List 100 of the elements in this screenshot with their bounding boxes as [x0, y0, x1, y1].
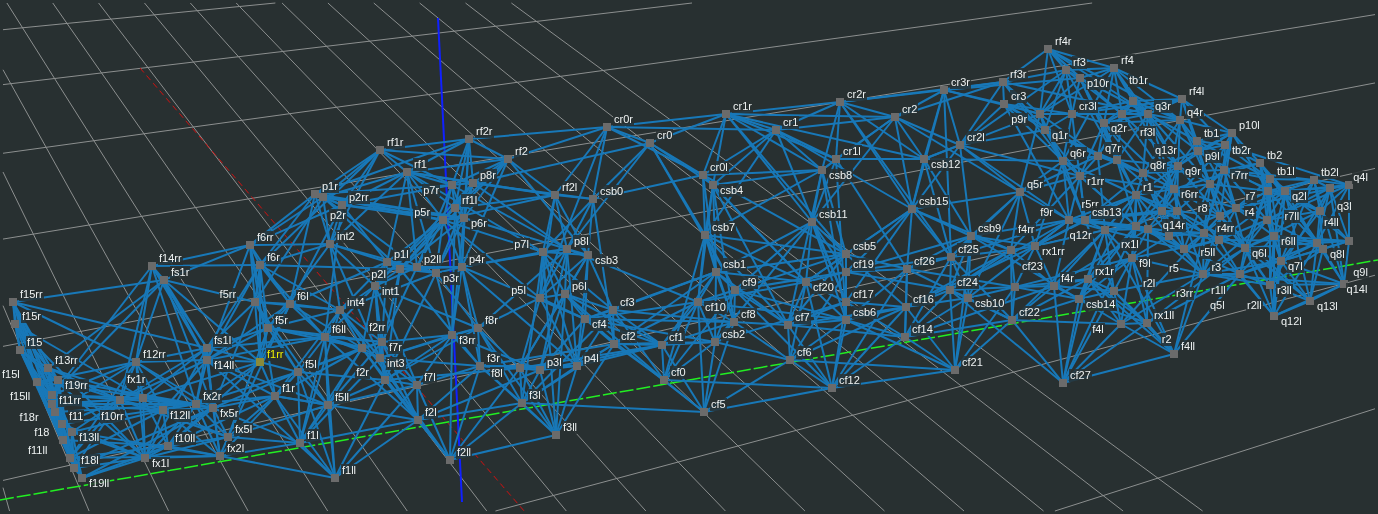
node-label: f18l [80, 454, 100, 467]
node-label: rx1ll [1153, 309, 1176, 322]
node-label: q2r [1110, 122, 1128, 135]
node-label: f15rr [19, 288, 44, 301]
node-label: r6ll [1280, 235, 1297, 248]
node-label: p5r [413, 206, 432, 219]
node-label: f12rr [142, 348, 167, 361]
node-label: f15ll [9, 390, 32, 403]
node-label: f6rr [256, 231, 275, 244]
node-label: q4r [1186, 106, 1204, 119]
node-label: csb13 [1091, 206, 1123, 219]
node-label: f2rr [368, 321, 387, 334]
node-label: f2l [424, 406, 438, 419]
node-label: q5l [1209, 299, 1226, 312]
node-label: fx2r [202, 390, 223, 403]
node-label: cr0 [656, 129, 674, 142]
node-label: cf4 [591, 318, 608, 331]
node-label: f1ll [341, 464, 358, 477]
node-label: rx1r [1094, 265, 1115, 278]
node-label: p8r [479, 169, 497, 182]
node-label: cr1 [782, 116, 800, 129]
node-label: f4ll [1180, 340, 1197, 353]
node-label: f4rr [1017, 223, 1036, 236]
node-label: rf4 [1120, 54, 1135, 67]
node-label: p10r [1086, 77, 1111, 90]
node-label: cf9 [741, 276, 758, 289]
node-label: q12r [1068, 229, 1093, 242]
node-label: f19rr [64, 379, 89, 392]
node-label: f10ll [174, 432, 197, 445]
node-label: cr3r [950, 76, 971, 89]
node-label: cr2 [901, 103, 919, 116]
node-label: f4l [1091, 323, 1105, 336]
node-label: r4ll [1323, 216, 1340, 229]
node-label: r4rr [1216, 222, 1236, 235]
node-label: p3l [546, 356, 563, 369]
node-label: f5l [304, 358, 318, 371]
node-label: cf2 [620, 330, 637, 343]
node-label: f7r [388, 341, 403, 354]
node-label: rf2l [561, 181, 579, 194]
node-label: r1 [1142, 181, 1154, 194]
node-label: cf25 [957, 243, 980, 256]
node-label: cf7 [794, 311, 811, 324]
node-label: f8r [484, 314, 499, 327]
node-label: f15 [26, 336, 44, 349]
node-label: p2rr [348, 191, 370, 204]
node-label: p1l [393, 248, 410, 261]
node-label: f1rr [266, 348, 285, 361]
node-label: f15r [21, 310, 42, 323]
node-label: int1 [381, 285, 401, 298]
node-label: cr0l [709, 161, 729, 174]
node-label: cf0 [670, 366, 687, 379]
node-label: cf8 [740, 308, 757, 321]
node-label: f13rr [54, 354, 79, 367]
node-label: r2ll [1246, 299, 1263, 312]
node-label: fx1r [126, 373, 147, 386]
node-label: f19ll [88, 477, 111, 490]
node-label: f9l [1138, 257, 1152, 270]
node-label: f11 [68, 410, 85, 423]
node-label: f18r [18, 411, 40, 424]
node-label: f1r [281, 382, 296, 395]
node-label: tb2l [1320, 166, 1340, 179]
node-label: q6l [1251, 247, 1268, 260]
node-label: rf3r [1009, 68, 1028, 81]
node-label: rf1l [461, 194, 479, 207]
node-label: f18 [33, 426, 51, 439]
node-label: f6l [296, 290, 310, 303]
node-label: p2ll [423, 253, 443, 266]
node-label: f8l [490, 367, 504, 380]
node-label: r8 [1196, 202, 1209, 215]
node-label: q9l [1352, 266, 1369, 279]
node-label: f3r [486, 352, 501, 365]
node-label: csb10 [974, 297, 1006, 310]
node-label: p8l [573, 235, 590, 248]
node-label: rx1rr [1041, 245, 1066, 258]
node-label: rf4r [1054, 35, 1073, 48]
node-label: csb1 [722, 258, 748, 271]
node-label: q7r [1104, 142, 1122, 155]
node-label: rf2 [514, 145, 529, 158]
node-label: f1l [306, 429, 320, 442]
node-label: cf5 [710, 398, 727, 411]
node-label: p9l [1204, 150, 1221, 163]
node-label: f6r [266, 251, 281, 264]
node-label: csb5 [852, 240, 878, 253]
node-label: csb9 [977, 222, 1003, 235]
node-label: cf12 [838, 374, 861, 387]
node-label: cr2l [966, 131, 986, 144]
node-label: rf3l [1139, 126, 1157, 139]
node-label: q3l [1336, 200, 1353, 213]
node-label: cr3l [1078, 100, 1098, 113]
node-label: p4l [583, 352, 600, 365]
node-label: q5r [1026, 178, 1044, 191]
node-label: r3 [1210, 261, 1223, 274]
node-label: p2r [329, 209, 347, 222]
node-label: fx5l [234, 423, 254, 436]
node-label: p7r [422, 184, 441, 197]
node-label: r1ll [1210, 284, 1227, 297]
node-label: csb7 [711, 221, 737, 234]
node-label: cf24 [956, 276, 979, 289]
node-label: cr2r [846, 88, 867, 101]
node-label: f3ll [562, 421, 579, 434]
